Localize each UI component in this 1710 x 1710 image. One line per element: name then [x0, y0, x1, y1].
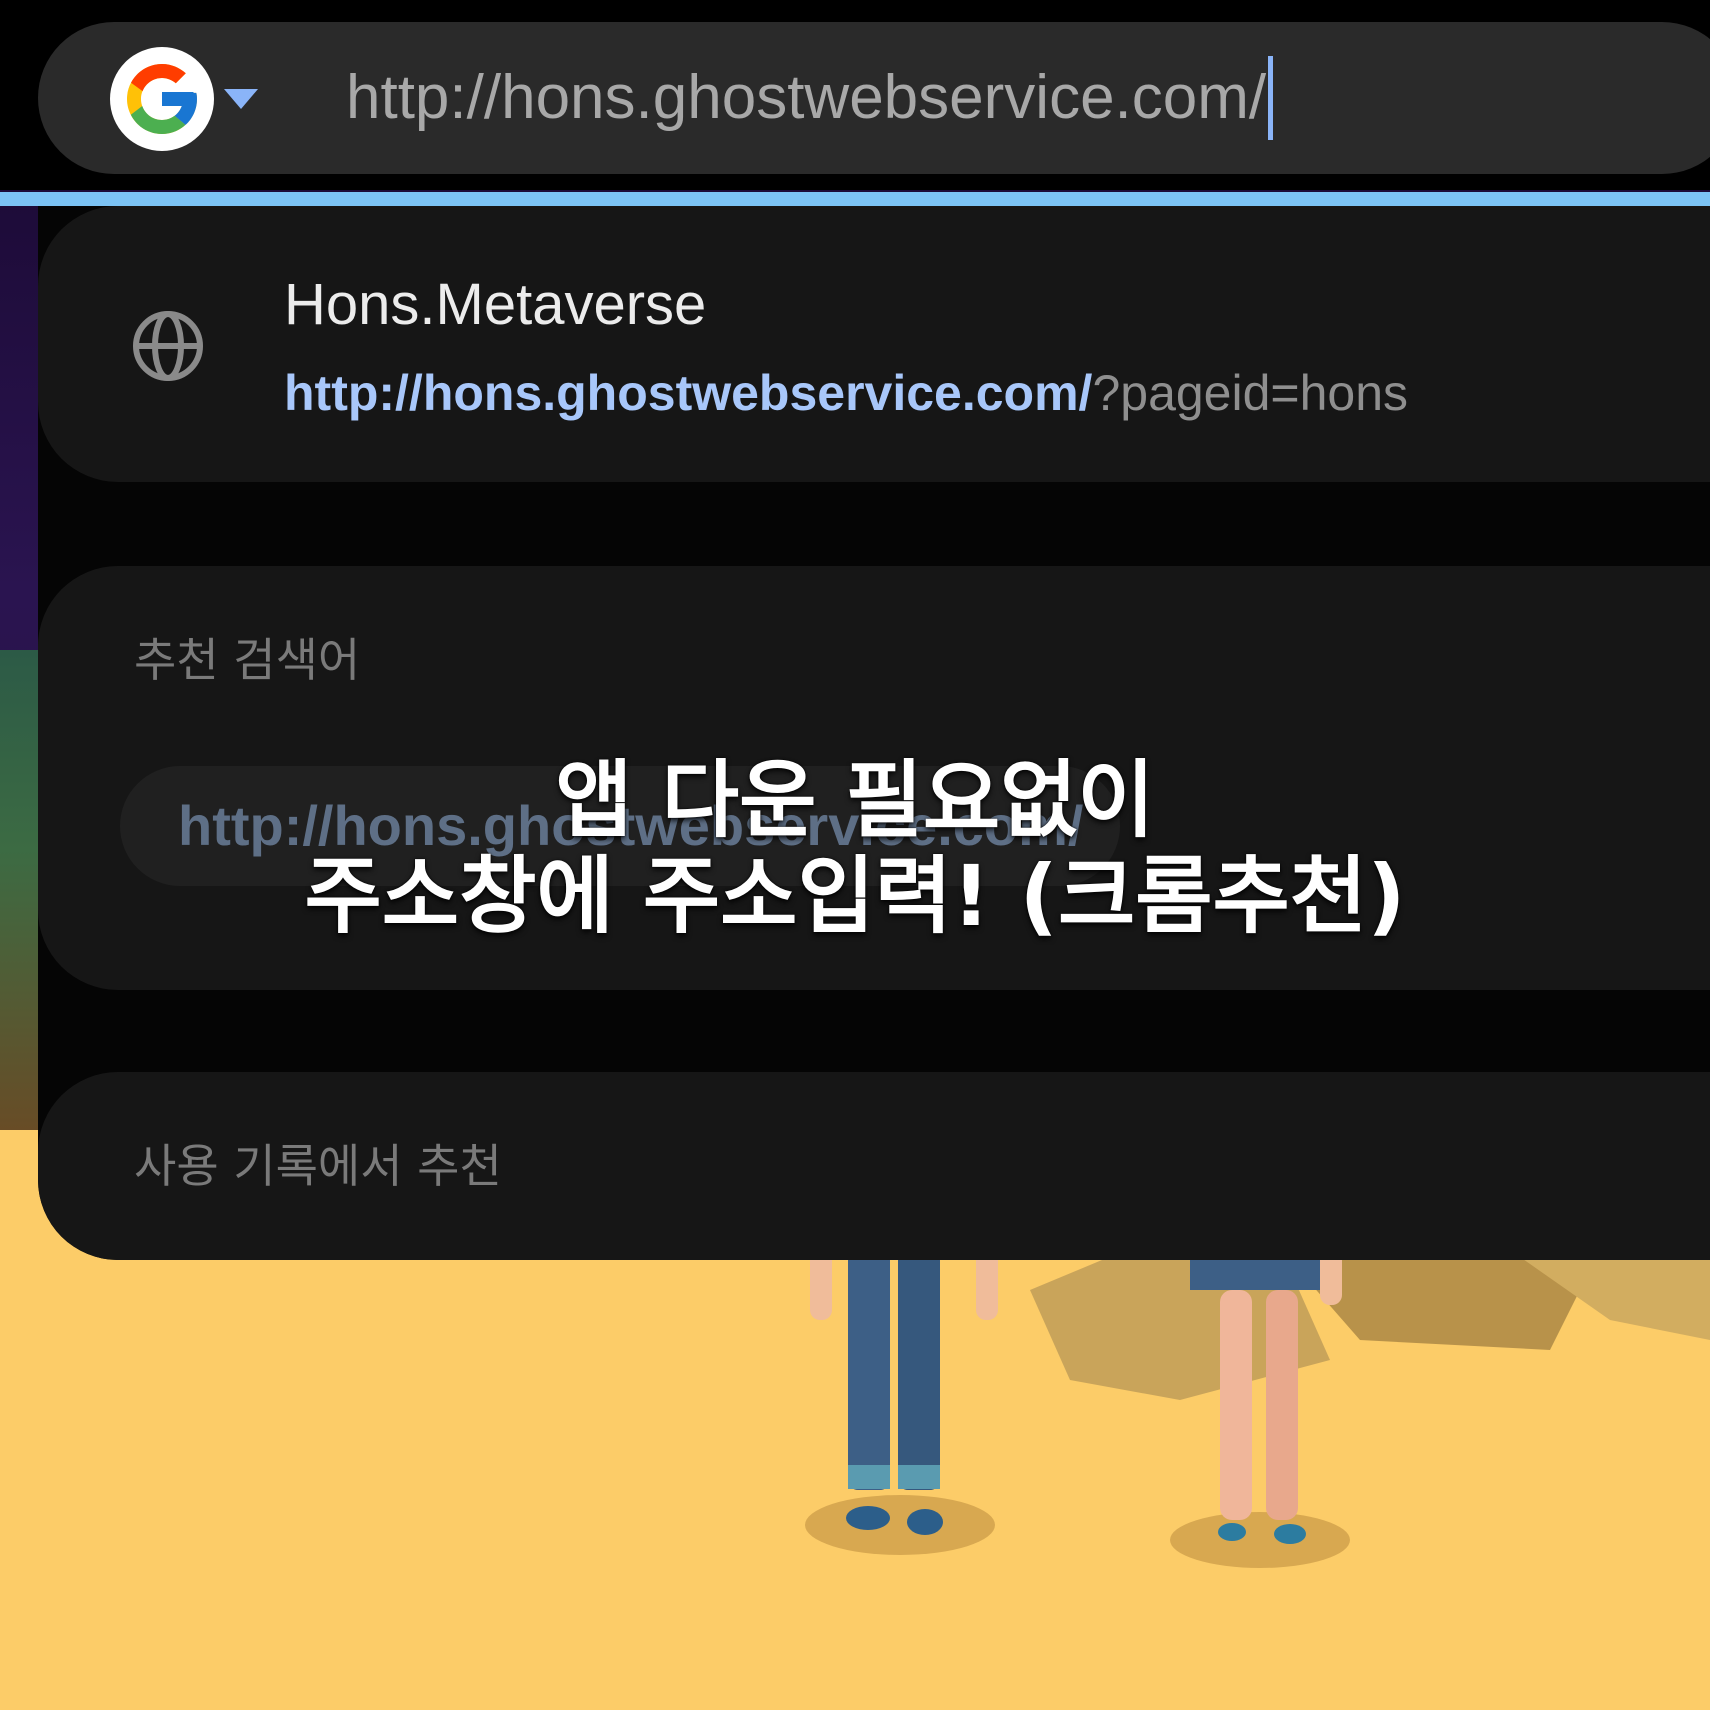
avatar-character-left	[805, 1250, 998, 1555]
avatar-character-right	[1170, 1250, 1350, 1568]
google-g-icon	[110, 47, 214, 151]
caption-line-1: 앱 다운 필요없이	[555, 751, 1155, 849]
progress-divider	[0, 192, 1710, 206]
url-input[interactable]: http://hons.ghostwebservice.com/	[346, 55, 1666, 140]
url-input-value: http://hons.ghostwebservice.com/	[346, 63, 1267, 132]
overlay-caption: 앱 다운 필요없이 주소창에 주소입력! (크롬추천)	[0, 752, 1710, 944]
recommended-searches-heading: 추천 검색어	[134, 633, 361, 687]
suggestion-url: http://hons.ghostwebservice.com/?pageid=…	[284, 360, 1408, 426]
text-cursor	[1268, 55, 1274, 140]
caption-line-2: 주소창에 주소입력! (크롬추천)	[304, 847, 1406, 945]
globe-icon	[133, 311, 203, 381]
top-match-suggestion[interactable]	[38, 206, 1710, 482]
chevron-down-icon	[224, 89, 258, 109]
history-suggestions-heading: 사용 기록에서 추천	[134, 1139, 502, 1193]
suggestion-url-query: ?pageid=hons	[1092, 365, 1409, 421]
search-engine-selector[interactable]	[110, 44, 260, 154]
screenshot-stage: http://hons.ghostwebservice.com/ Hons.Me…	[0, 0, 1710, 1710]
suggestion-url-host: http://hons.ghostwebservice.com/	[284, 365, 1093, 421]
suggestion-title: Hons.Metaverse	[284, 272, 707, 337]
